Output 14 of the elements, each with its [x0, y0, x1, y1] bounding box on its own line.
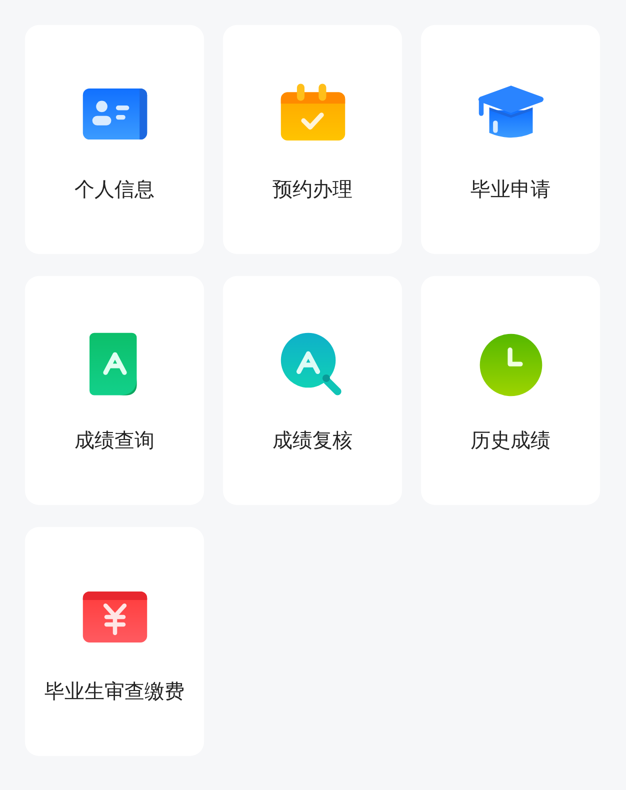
service-tile[interactable]: 成绩查询 — [25, 276, 204, 505]
tile-label: 毕业生审查缴费 — [44, 678, 184, 705]
service-tile[interactable]: 成绩复核 — [223, 276, 402, 505]
tile-label: 毕业申请 — [470, 176, 550, 203]
service-tile[interactable]: 历史成绩 — [421, 276, 600, 505]
service-tile[interactable]: 预约办理 — [223, 25, 402, 254]
tile-label: 历史成绩 — [470, 427, 550, 454]
service-tile[interactable]: 个人信息 — [25, 25, 204, 254]
tile-label: 个人信息 — [74, 176, 154, 203]
service-tile[interactable]: 毕业生审查缴费 — [25, 527, 204, 756]
service-tile[interactable]: 毕业申请 — [421, 25, 600, 254]
tile-label: 成绩复核 — [272, 427, 352, 454]
tile-label: 成绩查询 — [74, 427, 154, 454]
tile-label: 预约办理 — [272, 176, 352, 203]
